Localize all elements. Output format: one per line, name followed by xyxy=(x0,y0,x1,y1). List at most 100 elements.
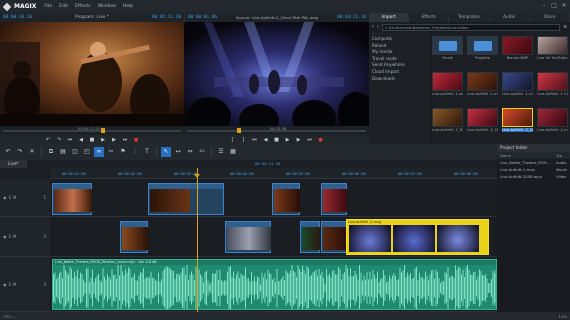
marker-icon[interactable]: ⚑ xyxy=(118,147,128,157)
redo-icon[interactable]: ↷ xyxy=(15,147,25,157)
next-frame-icon[interactable]: ▶ xyxy=(110,137,118,144)
track-mute-icon[interactable]: M xyxy=(13,195,16,200)
close-icon[interactable]: ✕ xyxy=(560,2,568,10)
text-icon[interactable]: T xyxy=(142,147,152,157)
playhead[interactable] xyxy=(197,168,198,312)
timeline-ruler[interactable]: 00:00:01:00 00:00:02:00 00:00:03:00 00:0… xyxy=(50,168,497,179)
media-thumb[interactable]: Live-Auftritt -1.mov xyxy=(502,72,533,102)
group-icon[interactable]: ◫ xyxy=(70,147,80,157)
timeline-view-icon[interactable]: ☰ xyxy=(216,147,226,157)
cut-icon[interactable]: ✂ xyxy=(106,147,116,157)
nav-item-travel-route[interactable]: Travel route xyxy=(369,55,429,62)
range-icon[interactable]: ↔ xyxy=(173,147,183,157)
nav-item-roland[interactable]: Roland xyxy=(369,42,429,49)
tab-store[interactable]: Store xyxy=(530,13,570,22)
stop-icon[interactable]: ■ xyxy=(88,137,96,144)
menu-edit[interactable]: Edit xyxy=(59,4,68,9)
next-frame-icon[interactable]: ▶ xyxy=(295,137,303,144)
prev-frame-icon[interactable]: ◀ xyxy=(77,137,85,144)
media-thumb[interactable]: Live-Auftritt -1 Camera xyxy=(537,72,568,102)
column-name[interactable]: Name xyxy=(500,154,556,158)
menu-help[interactable]: Help xyxy=(123,4,133,9)
delete-icon[interactable]: ✕ xyxy=(27,147,37,157)
audio-clip[interactable]: Live_Battle_Theatre_ROCK_Parallax_Cover.… xyxy=(52,259,497,310)
play-icon[interactable]: ▶ xyxy=(284,137,292,144)
program-video-frame[interactable] xyxy=(0,22,184,126)
source-video-frame[interactable] xyxy=(184,22,369,126)
media-thumb[interactable]: Live-Auftritt -1.avi xyxy=(432,72,463,102)
maximize-icon[interactable]: □ xyxy=(550,2,558,10)
media-thumb[interactable]: Projekte xyxy=(467,36,498,66)
forward-icon[interactable]: › xyxy=(377,24,379,30)
video-clip[interactable] xyxy=(148,183,224,215)
selected-video-clip[interactable]: Live-Auftritt -2.mxg xyxy=(346,219,489,255)
media-thumb[interactable]: Banner.BMP xyxy=(502,36,533,66)
track-mute-icon[interactable]: M xyxy=(13,234,16,239)
video-clip[interactable] xyxy=(225,221,271,253)
path-input[interactable]: C:\Multimedia\Bestehen_Projekte\Live-Vid… xyxy=(382,23,561,31)
view-options-icon[interactable]: ≡ xyxy=(563,25,567,30)
track-visibility-icon[interactable]: ◉ xyxy=(3,195,7,200)
back-icon[interactable]: ‹ xyxy=(372,24,374,30)
razor-icon[interactable]: ✄ xyxy=(197,147,207,157)
media-thumb-selected[interactable]: Live-Auftritt -2_Ohne Titel PAL.mxg xyxy=(502,108,533,138)
tab-import[interactable]: Import xyxy=(369,13,410,22)
storyboard-view-icon[interactable]: ▦ xyxy=(228,147,238,157)
link-icon[interactable]: ∞ xyxy=(94,147,104,157)
menu-file[interactable]: File xyxy=(44,4,52,9)
track-lane[interactable] xyxy=(50,179,497,217)
nav-item-send-anywhere[interactable]: Send Anywhere xyxy=(369,61,429,68)
record-icon[interactable]: ● xyxy=(132,137,140,144)
video-clip[interactable] xyxy=(120,221,148,253)
to-end-icon[interactable]: ⏭ xyxy=(121,137,129,144)
table-row[interactable]: Live_Battle_Theatre_RCM... Audio xyxy=(497,159,570,166)
media-thumb[interactable]: Live für YouTube.mxg xyxy=(537,36,568,66)
track-solo-icon[interactable]: S xyxy=(9,234,12,239)
stop-icon[interactable]: ■ xyxy=(273,137,281,144)
media-thumb[interactable]: Live-Auftritt -2_NTSC.mxf xyxy=(432,108,463,138)
source-scrub-handle[interactable] xyxy=(237,127,242,133)
nav-item-my-media[interactable]: My media xyxy=(369,48,429,55)
video-clip[interactable] xyxy=(272,183,300,215)
track-lane[interactable]: Live-Auftritt -2.mxg xyxy=(50,217,497,257)
to-end-icon[interactable]: ⏭ xyxy=(306,137,314,144)
track-solo-icon[interactable]: S xyxy=(9,282,12,287)
prev-frame-icon[interactable]: ◀ xyxy=(262,137,270,144)
redo-icon[interactable]: ↷ xyxy=(55,137,63,144)
video-clip[interactable] xyxy=(52,183,92,215)
paste-icon[interactable]: ▤ xyxy=(58,147,68,157)
media-thumb[interactable]: Live-Auftritt -1.mxg xyxy=(467,72,498,102)
nav-item-cloud-import[interactable]: Cloud Import xyxy=(369,68,429,75)
playhead-handle-icon[interactable] xyxy=(194,174,200,178)
menu-window[interactable]: Window xyxy=(98,4,116,9)
track-visibility-icon[interactable]: ◉ xyxy=(3,282,7,287)
table-row[interactable]: Live-Auftritt-1.mxg Movie xyxy=(497,166,570,173)
menu-effects[interactable]: Effects xyxy=(75,4,91,9)
track-lane[interactable]: Live_Battle_Theatre_ROCK_Parallax_Cover.… xyxy=(50,257,497,312)
mark-in-icon[interactable]: [ xyxy=(229,137,237,144)
mark-out-icon[interactable]: ] xyxy=(240,137,248,144)
program-scrub-handle[interactable] xyxy=(100,127,105,133)
nav-item-computer[interactable]: Computer xyxy=(369,35,429,42)
split-icon[interactable]: ⫶ xyxy=(130,147,140,157)
pointer-icon[interactable]: ↖ xyxy=(161,147,171,157)
column-type[interactable]: Typ xyxy=(556,154,570,158)
stretch-icon[interactable]: ⇔ xyxy=(185,147,195,157)
tab-audio[interactable]: Audio xyxy=(490,13,530,22)
media-thumb[interactable]: Live-Auftritt -2_Ohne Titel.mxf xyxy=(467,108,498,138)
tab-templates[interactable]: Templates xyxy=(449,13,490,22)
media-thumb[interactable]: Musik xyxy=(432,36,463,66)
table-row[interactable]: Live-Auftritt-2008.mp4 Video xyxy=(497,173,570,180)
video-clip[interactable] xyxy=(321,183,347,215)
nav-item-downloads[interactable]: Downloads xyxy=(369,75,429,82)
video-clip[interactable] xyxy=(300,221,320,253)
ungroup-icon[interactable]: ◰ xyxy=(82,147,92,157)
record-icon[interactable]: ● xyxy=(317,137,325,144)
track-mute-icon[interactable]: M xyxy=(13,282,16,287)
play-icon[interactable]: ▶ xyxy=(99,137,107,144)
tab-effects[interactable]: Effects xyxy=(409,13,450,22)
to-start-icon[interactable]: ⏮ xyxy=(66,137,74,144)
undo-icon[interactable]: ↶ xyxy=(44,137,52,144)
undo-icon[interactable]: ↶ xyxy=(3,147,13,157)
to-start-icon[interactable]: ⏮ xyxy=(251,137,259,144)
